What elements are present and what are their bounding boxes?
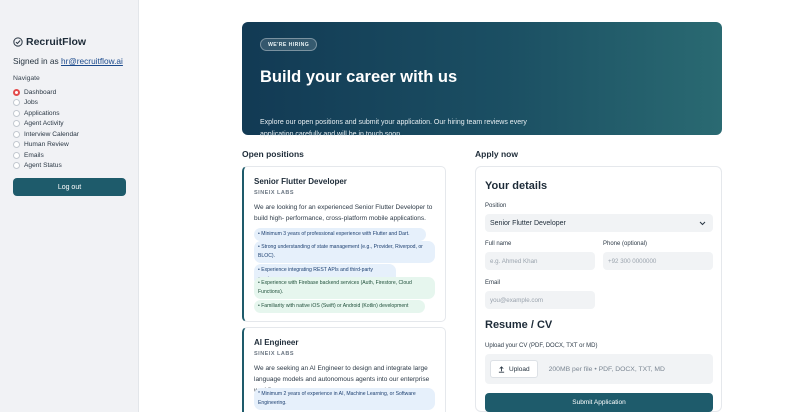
radio-selected[interactable]	[13, 88, 20, 96]
nav-item-agent-status[interactable]: Agent Status	[13, 161, 79, 172]
nav-item-label: Emails	[24, 151, 44, 159]
nav-item-label: Human Review	[24, 141, 69, 149]
apply-now-title: Apply now	[475, 149, 518, 159]
hiring-badge: WE'RE HIRING	[260, 38, 318, 51]
full-name-input[interactable]: e.g. Ahmed Khan	[485, 252, 595, 270]
position-select-value: Senior Flutter Developer	[490, 219, 566, 227]
signed-in-prefix: Signed in as	[13, 56, 61, 66]
signed-in-text: Signed in as hr@recruitflow.ai	[13, 56, 123, 66]
radio[interactable]	[13, 162, 20, 170]
nav-title: Navigate	[13, 75, 40, 82]
radio[interactable]	[13, 120, 20, 128]
brand: RecruitFlow	[13, 36, 86, 48]
email-input[interactable]: you@example.com	[485, 291, 595, 309]
position-select[interactable]: Senior Flutter Developer	[485, 214, 713, 232]
radio[interactable]	[13, 109, 20, 117]
signed-in-email-link[interactable]: hr@recruitflow.ai	[61, 56, 123, 66]
upload-hint: 200MB per file • PDF, DOCX, TXT, MD	[548, 365, 665, 373]
nav-item-label: Applications	[24, 109, 60, 117]
job-title: AI Engineer	[254, 338, 299, 347]
hero-subtitle: Explore our open positions and submit yo…	[260, 119, 527, 138]
job-title: Senior Flutter Developer	[254, 177, 347, 186]
radio[interactable]	[13, 130, 20, 138]
job-requirement: * Minimum 2 years of experience in AI, M…	[254, 388, 435, 410]
job-company: SINEIX LABS	[254, 351, 295, 357]
submit-application-button[interactable]: Submit Application	[485, 393, 713, 412]
hero-banner: WE'RE HIRING Build your career with us E…	[242, 22, 722, 138]
upload-button[interactable]: Upload	[490, 360, 538, 378]
logout-button[interactable]: Log out	[13, 178, 126, 196]
radio[interactable]	[13, 151, 20, 159]
job-card[interactable]: AI Engineer SINEIX LABS We are seeking a…	[242, 327, 446, 412]
resume-heading: Resume / CV	[485, 319, 553, 331]
nav-item-interview-calendar[interactable]: Interview Calendar	[13, 129, 79, 140]
nav-item-label: Dashboard	[24, 88, 57, 96]
cv-dropzone[interactable]: Upload 200MB per file • PDF, DOCX, TXT, …	[485, 354, 713, 384]
position-label: Position	[485, 203, 507, 209]
nav-item-jobs[interactable]: Jobs	[13, 98, 79, 109]
chevron-down-icon	[699, 221, 706, 225]
details-heading: Your details	[485, 180, 548, 192]
upload-button-label: Upload	[509, 365, 530, 373]
nav-item-emails[interactable]: Emails	[13, 150, 79, 161]
nav-item-dashboard[interactable]: Dashboard	[13, 87, 79, 98]
application-form: Your details Position Senior Flutter Dev…	[475, 166, 722, 412]
nav-item-label: Agent Status	[24, 162, 62, 170]
upload-label: Upload your CV (PDF, DOCX, TXT or MD)	[485, 343, 598, 349]
upload-icon	[498, 365, 505, 373]
nav-item-label: Interview Calendar	[24, 130, 79, 138]
radio[interactable]	[13, 99, 20, 107]
email-label: Email	[485, 280, 501, 286]
job-requirement: • Strong understanding of state manageme…	[254, 241, 435, 263]
job-requirement: • Minimum 3 years of professional experi…	[254, 228, 426, 241]
nav-item-label: Agent Activity	[24, 120, 64, 128]
job-card[interactable]: Senior Flutter Developer SINEIX LABS We …	[242, 166, 446, 322]
open-positions-title: Open positions	[242, 149, 304, 159]
job-requirement: • Experience with Firebase backend servi…	[254, 277, 435, 299]
brand-name: RecruitFlow	[26, 36, 87, 48]
phone-label: Phone (optional)	[603, 241, 648, 247]
nav-list: Dashboard Jobs Applications Agent Activi…	[13, 87, 79, 171]
nav-item-label: Jobs	[24, 99, 38, 107]
job-company: SINEIX LABS	[254, 190, 295, 196]
phone-input[interactable]: +92 300 0000000	[603, 252, 713, 270]
clipboard-check-icon	[13, 37, 23, 47]
hero-title: Build your career with us	[260, 68, 458, 86]
nav-item-applications[interactable]: Applications	[13, 108, 79, 119]
nav-item-human-review[interactable]: Human Review	[13, 140, 79, 151]
radio[interactable]	[13, 141, 20, 149]
full-name-label: Full name	[485, 241, 512, 247]
job-description: We are looking for an experienced Senior…	[254, 204, 433, 222]
sidebar: RecruitFlow Signed in as hr@recruitflow.…	[0, 0, 139, 412]
nav-item-agent-activity[interactable]: Agent Activity	[13, 119, 79, 130]
job-requirement: • Familiarity with native iOS (Swift) or…	[254, 300, 425, 313]
